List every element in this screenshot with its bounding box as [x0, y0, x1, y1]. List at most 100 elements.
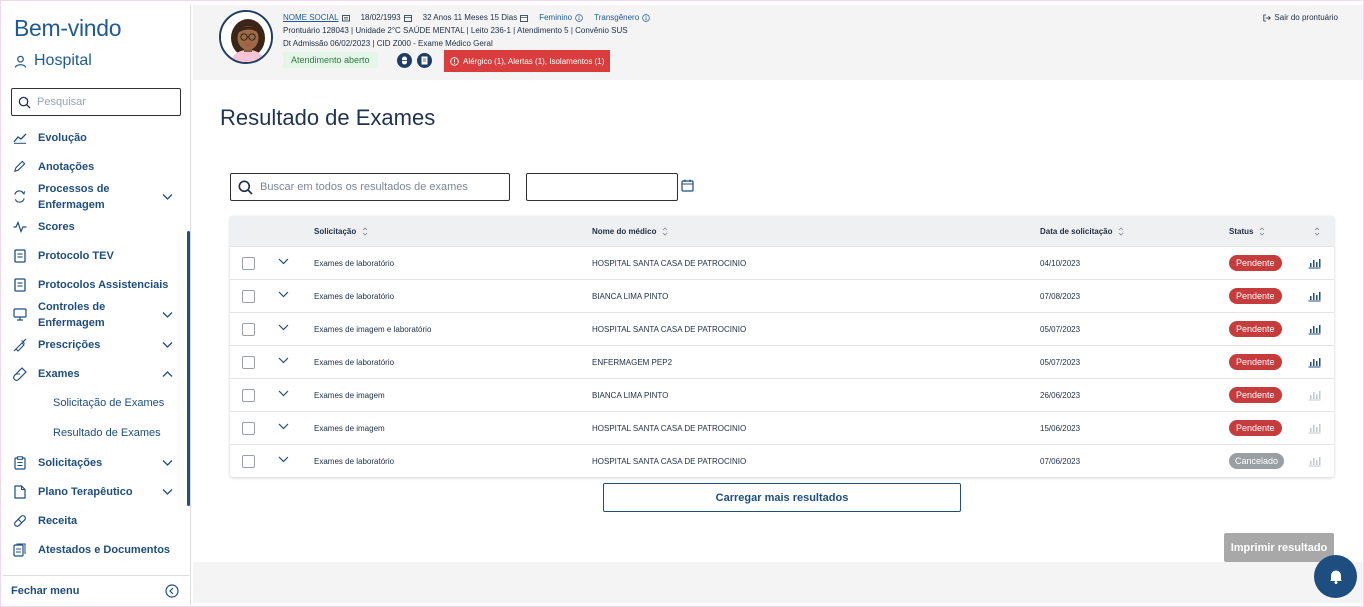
patient-gender: Feminino [539, 13, 573, 22]
sidebar: Bem-vindo Hospital Evolução Anotações Pr… [3, 5, 191, 605]
close-menu-button[interactable]: Fechar menu [3, 575, 189, 605]
table-row[interactable]: Exames de imagem BIANCA LIMA PINTO 26/06… [230, 378, 1334, 411]
status-badge: Pendente [1229, 255, 1282, 271]
chevron-down-icon[interactable] [162, 459, 173, 466]
sidebar-item-receita[interactable]: Receita [3, 506, 189, 535]
chevron-down-icon[interactable] [278, 390, 289, 397]
cell-doctor: HOSPITAL SANTA CASA DE PATROCINIO [592, 457, 747, 466]
birth-date: 18/02/1993 [360, 13, 401, 22]
cell-date: 26/06/2023 [1040, 391, 1081, 400]
sidebar-item-processos[interactable]: Processos de Enfermagem [3, 181, 189, 212]
sidebar-item-atestados[interactable]: Atestados e Documentos [3, 535, 189, 564]
chevron-down-icon[interactable] [162, 193, 173, 200]
cell-date: 05/07/2023 [1040, 325, 1081, 334]
sidebar-item-scores[interactable]: Scores [3, 212, 189, 241]
chevron-down-icon[interactable] [162, 488, 173, 495]
status-badge: Pendente [1229, 387, 1282, 403]
sidebar-item-exames[interactable]: Exames [3, 359, 189, 388]
column-header-status[interactable]: Status [1229, 216, 1265, 246]
document-icon [13, 248, 26, 263]
info-icon[interactable] [642, 13, 650, 22]
bar-chart-icon[interactable] [1308, 290, 1321, 302]
table-row[interactable]: Exames de laboratório HOSPITAL SANTA CAS… [230, 246, 1334, 279]
row-checkbox[interactable] [242, 455, 255, 468]
cell-date: 04/10/2023 [1040, 259, 1081, 268]
chevron-up-icon[interactable] [162, 370, 173, 377]
status-badge: Atendimento aberto [283, 52, 378, 68]
document-icon [421, 56, 428, 65]
sidebar-item-prescricoes[interactable]: Prescrições [3, 330, 189, 359]
cell-doctor: BIANCA LIMA PINTO [592, 292, 669, 301]
hospital-name: Hospital [34, 52, 92, 69]
bar-chart-icon[interactable] [1308, 356, 1321, 368]
row-checkbox[interactable] [242, 389, 255, 402]
sidebar-item-solicitacoes[interactable]: Solicitações [3, 448, 189, 477]
status-badge: Pendente [1229, 354, 1282, 370]
alerts-text: Alérgico (1), Alertas (1), Isolamentos (… [463, 56, 605, 66]
chevron-down-icon[interactable] [162, 341, 173, 348]
chart-line-icon [12, 133, 26, 144]
row-checkbox[interactable] [242, 356, 255, 369]
bar-chart-icon-disabled [1308, 424, 1321, 434]
info-icon[interactable] [575, 13, 583, 22]
chevron-down-icon[interactable] [278, 258, 289, 265]
row-checkbox[interactable] [242, 422, 255, 435]
table-row[interactable]: Exames de laboratório ENFERMAGEM PEP2 05… [230, 345, 1334, 378]
column-header-actions[interactable] [1314, 216, 1320, 246]
bar-chart-icon[interactable] [1308, 257, 1321, 269]
sidebar-subitem-solicitacao-exames[interactable]: Solicitação de Exames [3, 388, 189, 418]
file-icon [13, 484, 26, 499]
social-name-link[interactable]: NOME SOCIAL [283, 13, 339, 22]
table-row[interactable]: Exames de imagem e laboratório HOSPITAL … [230, 312, 1334, 345]
column-header-doctor[interactable]: Nome do médico [592, 216, 668, 246]
sidebar-item-label: Atestados e Documentos [38, 543, 171, 556]
sidebar-item-anotacoes[interactable]: Anotações [3, 152, 189, 181]
chevron-down-icon[interactable] [278, 357, 289, 364]
exam-search[interactable] [230, 173, 510, 201]
column-header-request[interactable]: Solicitação [314, 216, 368, 246]
sidebar-scrollbar[interactable] [187, 231, 190, 506]
chevron-down-icon[interactable] [278, 456, 289, 463]
patient-info-line3: Dt Admissão 06/02/2023 | CID Z000 - Exam… [283, 39, 493, 48]
calendar-icon[interactable] [681, 179, 694, 192]
sidebar-item-evolucao[interactable]: Evolução [3, 123, 189, 152]
document-button[interactable] [417, 53, 432, 68]
sidebar-item-controles[interactable]: Controles de Enfermagem [3, 299, 189, 330]
alert-icon [450, 56, 459, 66]
capsule-icon [402, 56, 407, 65]
table-row[interactable]: Exames de laboratório HOSPITAL SANTA CAS… [230, 444, 1334, 477]
sidebar-search-input[interactable] [37, 96, 167, 108]
print-results-button[interactable]: Imprimir resultado [1224, 533, 1334, 562]
notifications-button[interactable] [1314, 555, 1357, 598]
alerts-badge[interactable]: Alérgico (1), Alertas (1), Isolamentos (… [444, 50, 611, 72]
table-header: Solicitação Nome do médico Data de solic… [230, 216, 1334, 246]
sort-icon [362, 226, 368, 236]
sidebar-subitem-resultado-exames[interactable]: Resultado de Exames [3, 418, 189, 448]
sidebar-item-label: Processos de Enfermagem [38, 182, 110, 211]
cell-request: Exames de laboratório [314, 292, 395, 301]
chevron-down-icon[interactable] [278, 423, 289, 430]
sidebar-search[interactable] [11, 88, 181, 116]
row-checkbox[interactable] [242, 323, 255, 336]
sidebar-item-plano-terapeutico[interactable]: Plano Terapêutico [3, 477, 189, 506]
date-filter-input[interactable] [526, 173, 678, 201]
logout-link[interactable]: Sair do prontuário [1263, 13, 1338, 22]
bar-chart-icon[interactable] [1308, 323, 1321, 335]
column-header-date[interactable]: Data de solicitação [1040, 216, 1124, 246]
collapse-left-icon[interactable] [165, 584, 179, 598]
table-row[interactable]: Exames de imagem HOSPITAL SANTA CASA DE … [230, 411, 1334, 444]
chevron-down-icon[interactable] [278, 291, 289, 298]
chevron-down-icon[interactable] [162, 311, 173, 318]
load-more-button[interactable]: Carregar mais resultados [603, 483, 961, 512]
cell-doctor: HOSPITAL SANTA CASA DE PATROCINIO [592, 424, 747, 433]
row-checkbox[interactable] [242, 257, 255, 270]
cell-date: 15/06/2023 [1040, 424, 1081, 433]
sidebar-item-protocolo-tev[interactable]: Protocolo TEV [3, 241, 189, 270]
sort-icon [663, 226, 668, 236]
row-checkbox[interactable] [242, 290, 255, 303]
chevron-down-icon[interactable] [278, 324, 289, 331]
exam-search-input[interactable] [260, 181, 500, 193]
sidebar-item-protocolos-assistenciais[interactable]: Protocolos Assistenciais [3, 270, 189, 299]
allergy-button[interactable] [397, 53, 412, 68]
table-row[interactable]: Exames de laboratório BIANCA LIMA PINTO … [230, 279, 1334, 312]
